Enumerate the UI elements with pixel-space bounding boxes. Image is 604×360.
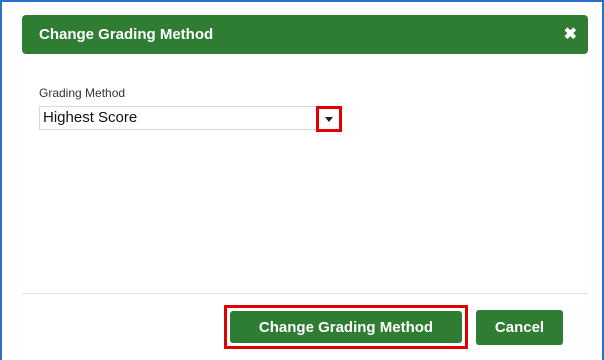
change-grading-method-button[interactable]: Change Grading Method xyxy=(230,311,462,343)
close-icon[interactable]: ✖ xyxy=(564,26,577,43)
chevron-down-icon xyxy=(325,116,333,122)
grading-method-selected-value: Highest Score xyxy=(43,109,138,126)
dialog-title: Change Grading Method xyxy=(39,26,214,43)
footer-divider xyxy=(22,293,588,294)
grading-method-select[interactable]: Highest Score xyxy=(39,106,342,132)
grading-method-label: Grading Method xyxy=(39,86,126,100)
cancel-button[interactable]: Cancel xyxy=(476,310,563,345)
confirm-button-highlight: Change Grading Method xyxy=(224,305,468,349)
dialog-titlebar: Change Grading Method ✖ xyxy=(22,15,588,54)
dialog-window: Change Grading Method ✖ Grading Method H… xyxy=(0,0,604,360)
dropdown-toggle[interactable] xyxy=(316,106,342,132)
